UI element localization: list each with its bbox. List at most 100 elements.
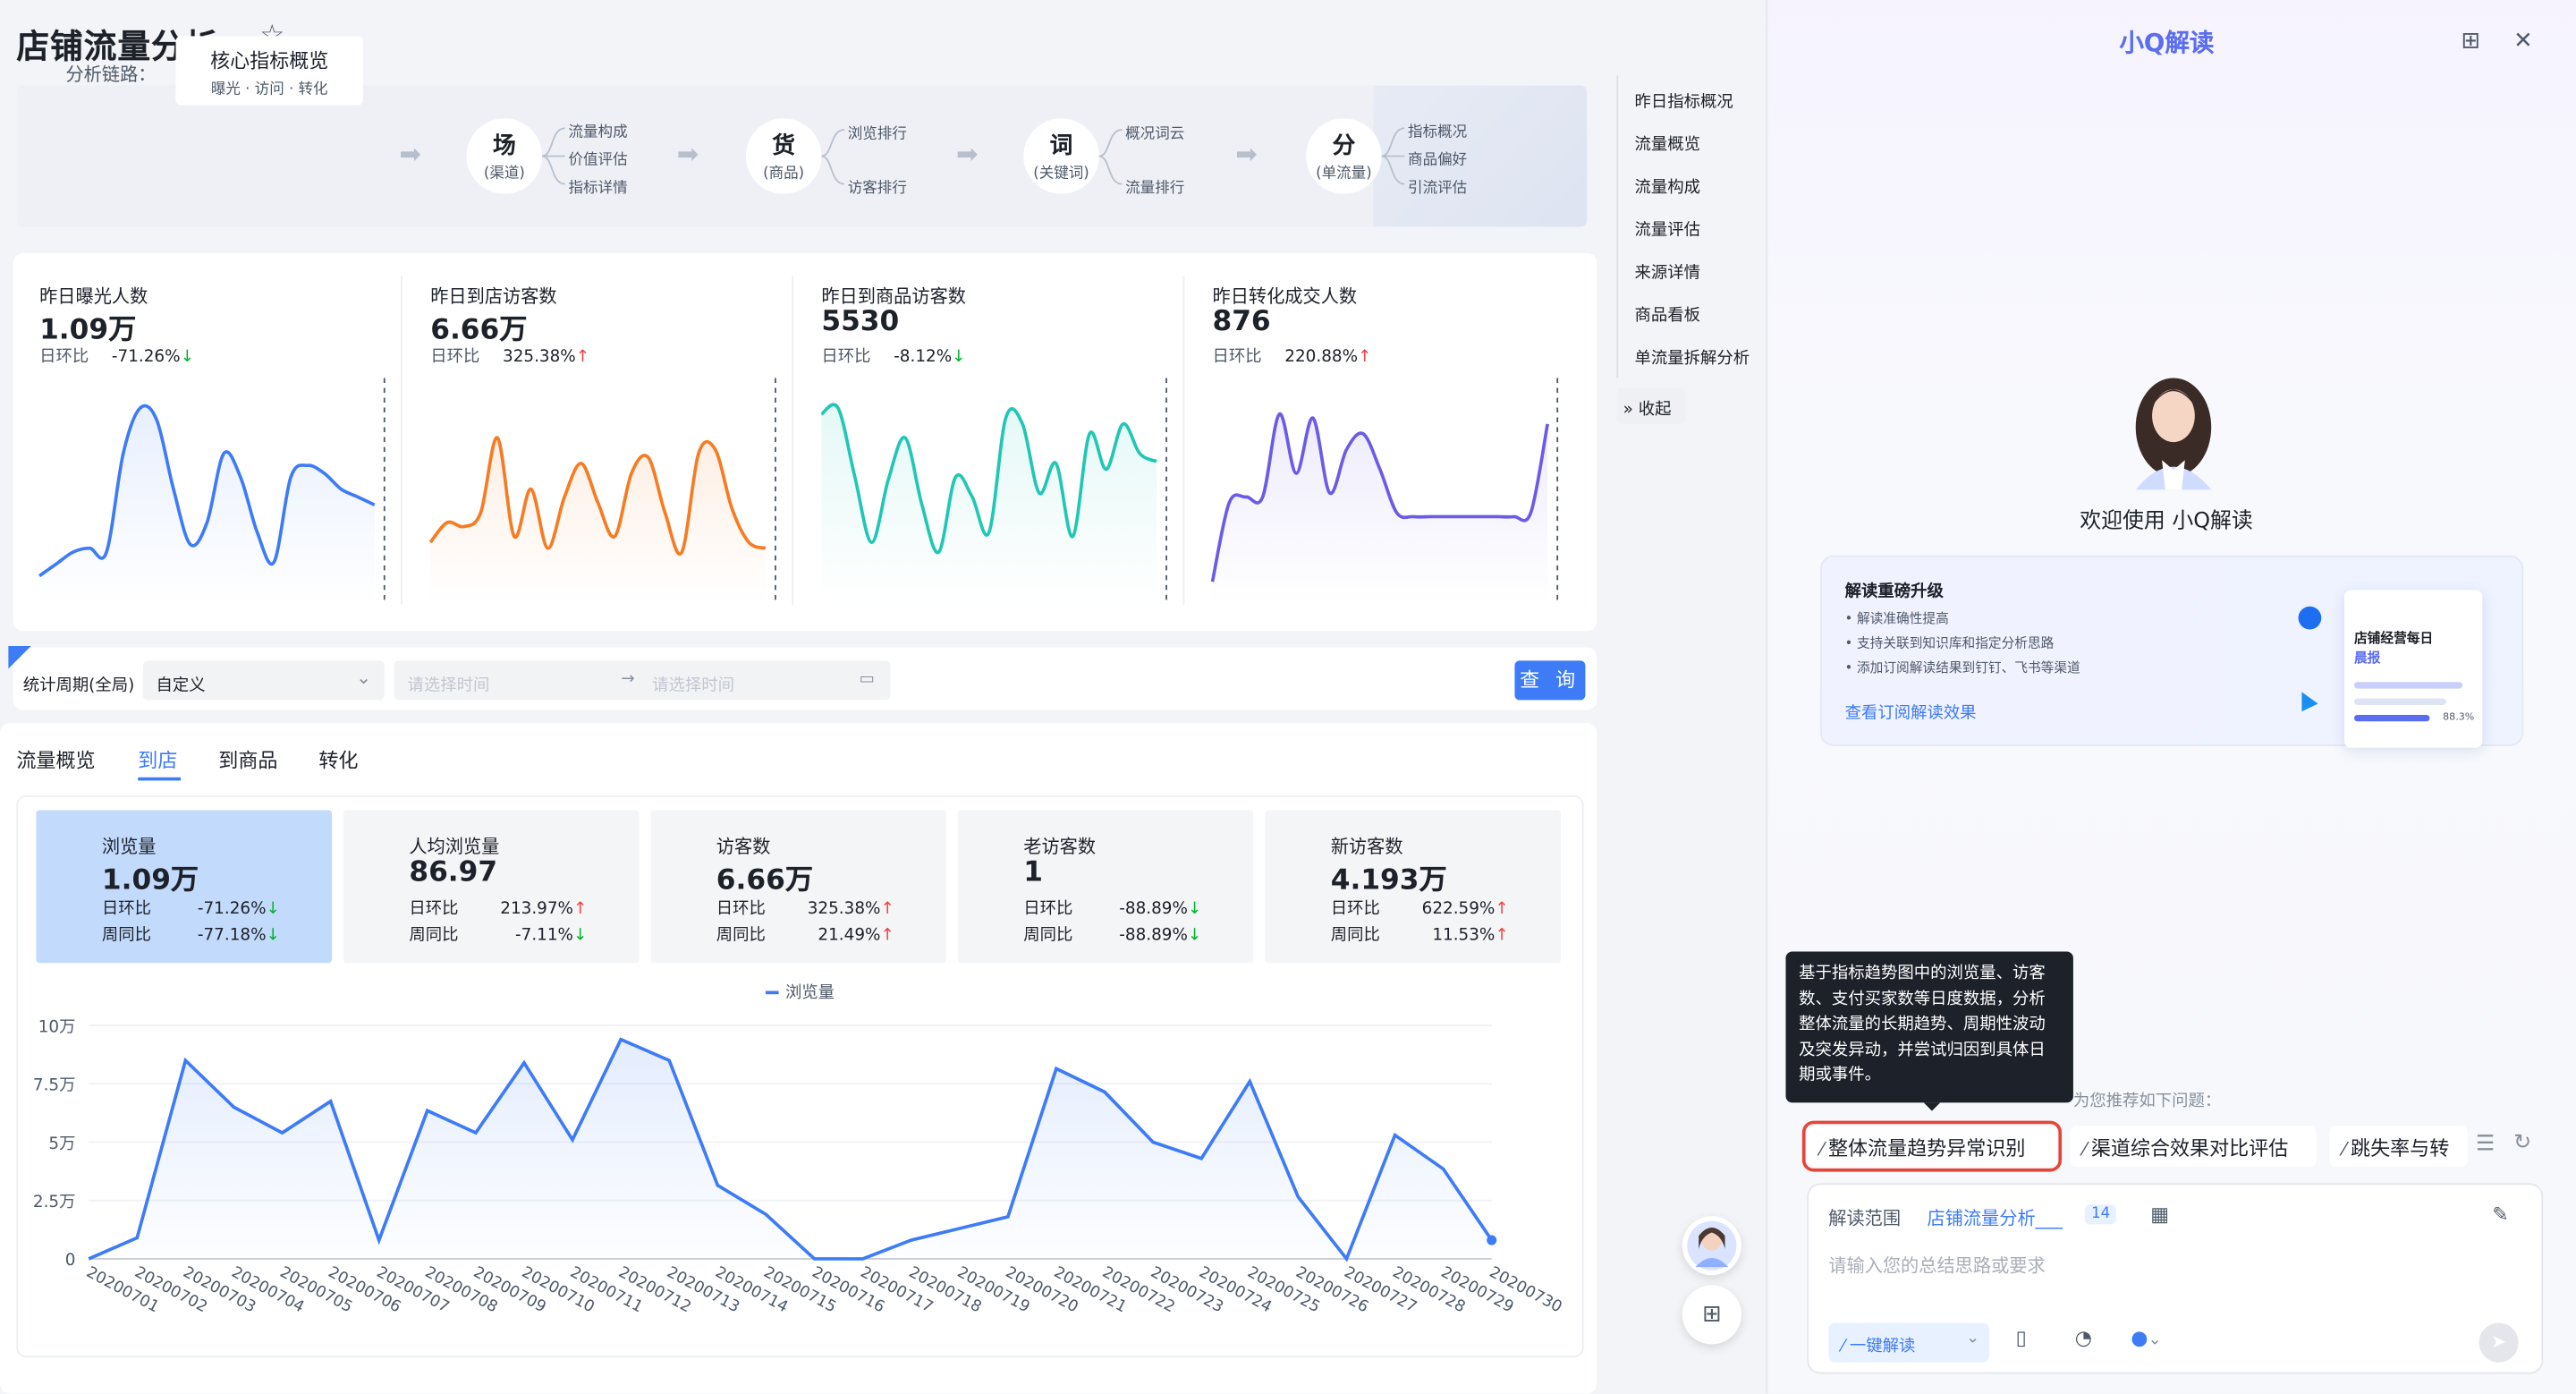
kpi-card[interactable]: 人均浏览量 86.97 日环比 213.97%↑ 周同比 -7.11%↓ [343, 810, 640, 964]
kpi-compare-value: 11.53% [1432, 926, 1496, 946]
date-range-picker[interactable]: 请选择时间 → 请选择时间 ▭ [394, 660, 891, 701]
anchor-nav-item[interactable]: 来源详情 [1635, 258, 1700, 283]
arrow-down-icon: ↓ [952, 348, 966, 367]
suggestion-chip[interactable]: ⁄ 整体流量趋势异常识别 [1801, 1120, 2063, 1172]
metric-sparkline [38, 378, 386, 605]
anchor-nav-item[interactable]: 流量评估 [1635, 216, 1700, 240]
kpi-compare-row: 日环比 -71.26%↓ [102, 894, 280, 919]
chain-node-sub: (商品) [763, 166, 805, 183]
chain-branch[interactable]: 概况词云 [1125, 122, 1184, 142]
tab-2[interactable]: 到商品 [218, 746, 277, 774]
kpi-compare-label: 周同比 [409, 926, 459, 946]
one-click-analyze-button[interactable]: ⁄ 一键解读 ⌄ [1828, 1322, 1990, 1363]
model-icon[interactable]: ●⌄ [2131, 1326, 2162, 1349]
kpi-compare-row: 周同比 11.53%↑ [1331, 921, 1509, 946]
kpi-compare-label: 周同比 [101, 926, 151, 946]
knowledge-icon[interactable]: ◔ [2075, 1326, 2092, 1349]
send-button[interactable]: ➤ [2479, 1322, 2519, 1363]
y-tick-label: 0 [65, 1251, 76, 1270]
scope-link[interactable]: 店铺流量分析___ [1927, 1204, 2063, 1230]
tab-0[interactable]: 流量概览 [16, 746, 95, 774]
grid-menu-button[interactable]: ⊞ [1682, 1285, 1741, 1345]
prompt-input[interactable]: 请输入您的总结思路或要求 [1828, 1253, 2045, 1279]
layout-icon[interactable]: ⊞ [2461, 28, 2480, 54]
analyze-label: 一键解读 [1849, 1338, 1916, 1356]
chain-branch[interactable]: 引流评估 [1408, 176, 1467, 197]
kpi-card[interactable]: 浏览量 1.09万 日环比 -71.26%↓ 周同比 -77.18%↓ [36, 810, 333, 964]
subscribe-link[interactable]: 查看订阅解读效果 [1845, 699, 1977, 723]
assistant-avatar-image [2135, 378, 2212, 490]
metric-column: 昨日到商品访客数 5530 日环比 -8.12%↓ [795, 253, 1182, 631]
kpi-compare-label: 日环比 [1023, 900, 1073, 919]
tab-1[interactable]: 到店 [138, 746, 177, 774]
period-label: 统计周期(全局) [22, 676, 135, 695]
core-node-title: 核心指标概览 [210, 49, 329, 72]
kpi-card[interactable]: 新访客数 4.193万 日环比 622.59%↑ 周同比 11.53%↑ [1265, 810, 1561, 964]
collapse-button[interactable]: » 收起 [1616, 387, 1686, 424]
banner-decoration [1373, 85, 1588, 227]
tab-3[interactable]: 转化 [318, 746, 358, 774]
chain-connector [542, 127, 565, 185]
welcome-text: 欢迎使用 小Q解读 [2080, 509, 2253, 534]
chain-branch[interactable]: 流量构成 [568, 120, 627, 141]
kpi-card[interactable]: 访客数 6.66万 日环比 325.38%↑ 周同比 21.49%↑ [650, 810, 946, 964]
kpi-compare-row: 周同比 -88.89%↓ [1023, 921, 1201, 945]
book-icon[interactable]: ▯ [2016, 1326, 2027, 1349]
chain-branch[interactable]: 商品偏好 [1408, 148, 1467, 169]
upgrade-card[interactable]: 解读重磅升级 • 解读准确性提高 • 支持关联到知识库和指定分析思路 • 添加订… [1820, 555, 2524, 748]
chain-node-sub: (渠道) [483, 166, 525, 183]
upgrade-bullet-text: 解读准确性提高 [1856, 611, 1949, 626]
start-date-input[interactable]: 请选择时间 [408, 670, 490, 695]
chain-node[interactable]: 货 (商品) [745, 118, 822, 194]
kpi-compare-label: 日环比 [716, 900, 766, 919]
kpi-compare-row: 周同比 -7.11%↓ [409, 921, 587, 946]
table-icon[interactable]: ▦ [2150, 1203, 2169, 1226]
sparkle-icon: ⁄ [1820, 1138, 1824, 1160]
chart-legend[interactable]: 浏览量 [765, 978, 835, 1003]
chain-branch[interactable]: 指标概况 [1408, 120, 1467, 141]
collapse-label: 收起 [1638, 401, 1672, 420]
anchor-nav-item[interactable]: 流量构成 [1635, 173, 1700, 197]
anchor-nav-item[interactable]: 昨日指标概况 [1635, 87, 1733, 112]
data-point[interactable] [1487, 1235, 1497, 1245]
metric-value: 5530 [821, 305, 900, 339]
suggestion-chip[interactable]: ⁄ 跳失率与转 [2329, 1126, 2468, 1168]
upgrade-title: 解读重磅升级 [1844, 583, 1944, 602]
kpi-compare-value: 21.49% [818, 926, 881, 946]
metric-value: 876 [1212, 305, 1271, 339]
list-icon[interactable]: ☰ [2476, 1132, 2495, 1157]
arrow-down-icon: ↓ [266, 900, 280, 919]
prompt-input-card: 解读范围 店铺流量分析___ 14 ▦ ✎ 请输入您的总结思路或要求 ⁄ 一键解… [1807, 1183, 2544, 1374]
chain-branch[interactable]: 价值评估 [568, 148, 627, 169]
query-button[interactable]: 查 询 [1514, 660, 1586, 701]
chain-branch[interactable]: 浏览排行 [848, 122, 907, 142]
compare-label: 日环比 [430, 348, 480, 367]
core-metrics-node[interactable]: 核心指标概览 曝光 · 访问 · 转化 [175, 36, 363, 106]
chain-node[interactable]: 词 (关键词) [1023, 118, 1099, 194]
anchor-nav-item[interactable]: 单流量拆解分析 [1635, 344, 1750, 368]
chain-branch[interactable]: 指标详情 [568, 176, 627, 197]
suggestion-chip[interactable]: ⁄ 渠道综合效果对比评估 [2070, 1126, 2317, 1168]
metric-sparkline [1210, 378, 1559, 605]
period-select[interactable]: 自定义 ⌄ [142, 660, 385, 701]
assistant-avatar-button[interactable] [1682, 1216, 1741, 1276]
refresh-icon[interactable]: ↻ [2513, 1131, 2531, 1156]
anchor-nav-item[interactable]: 流量概览 [1635, 130, 1700, 154]
chain-node[interactable]: 分 (单流量) [1306, 118, 1382, 194]
chain-branch[interactable]: 流量排行 [1125, 176, 1184, 197]
chain-node-title: 分 [1332, 132, 1356, 160]
legend-label: 浏览量 [784, 984, 835, 1003]
kpi-compare-row: 周同比 -77.18%↓ [101, 921, 280, 946]
anchor-nav-rail [1616, 75, 1619, 378]
chain-arrow-icon: ➡ [399, 138, 421, 170]
kpi-value: 86.97 [409, 855, 498, 889]
chain-branch[interactable]: 访客排行 [848, 176, 907, 197]
edit-icon[interactable]: ✎ [2492, 1203, 2508, 1226]
kpi-card[interactable]: 老访客数 1 日环比 -88.89%↓ 周同比 -88.89%↓ [957, 810, 1254, 964]
end-date-input[interactable]: 请选择时间 [652, 670, 734, 695]
active-tab-indicator [138, 777, 182, 781]
anchor-nav-item[interactable]: 商品看板 [1635, 301, 1700, 325]
close-icon[interactable]: ✕ [2513, 28, 2533, 54]
suggestion-chip-label: 跳失率与转 [2351, 1136, 2450, 1160]
chain-node[interactable]: 场 (渠道) [466, 118, 543, 194]
